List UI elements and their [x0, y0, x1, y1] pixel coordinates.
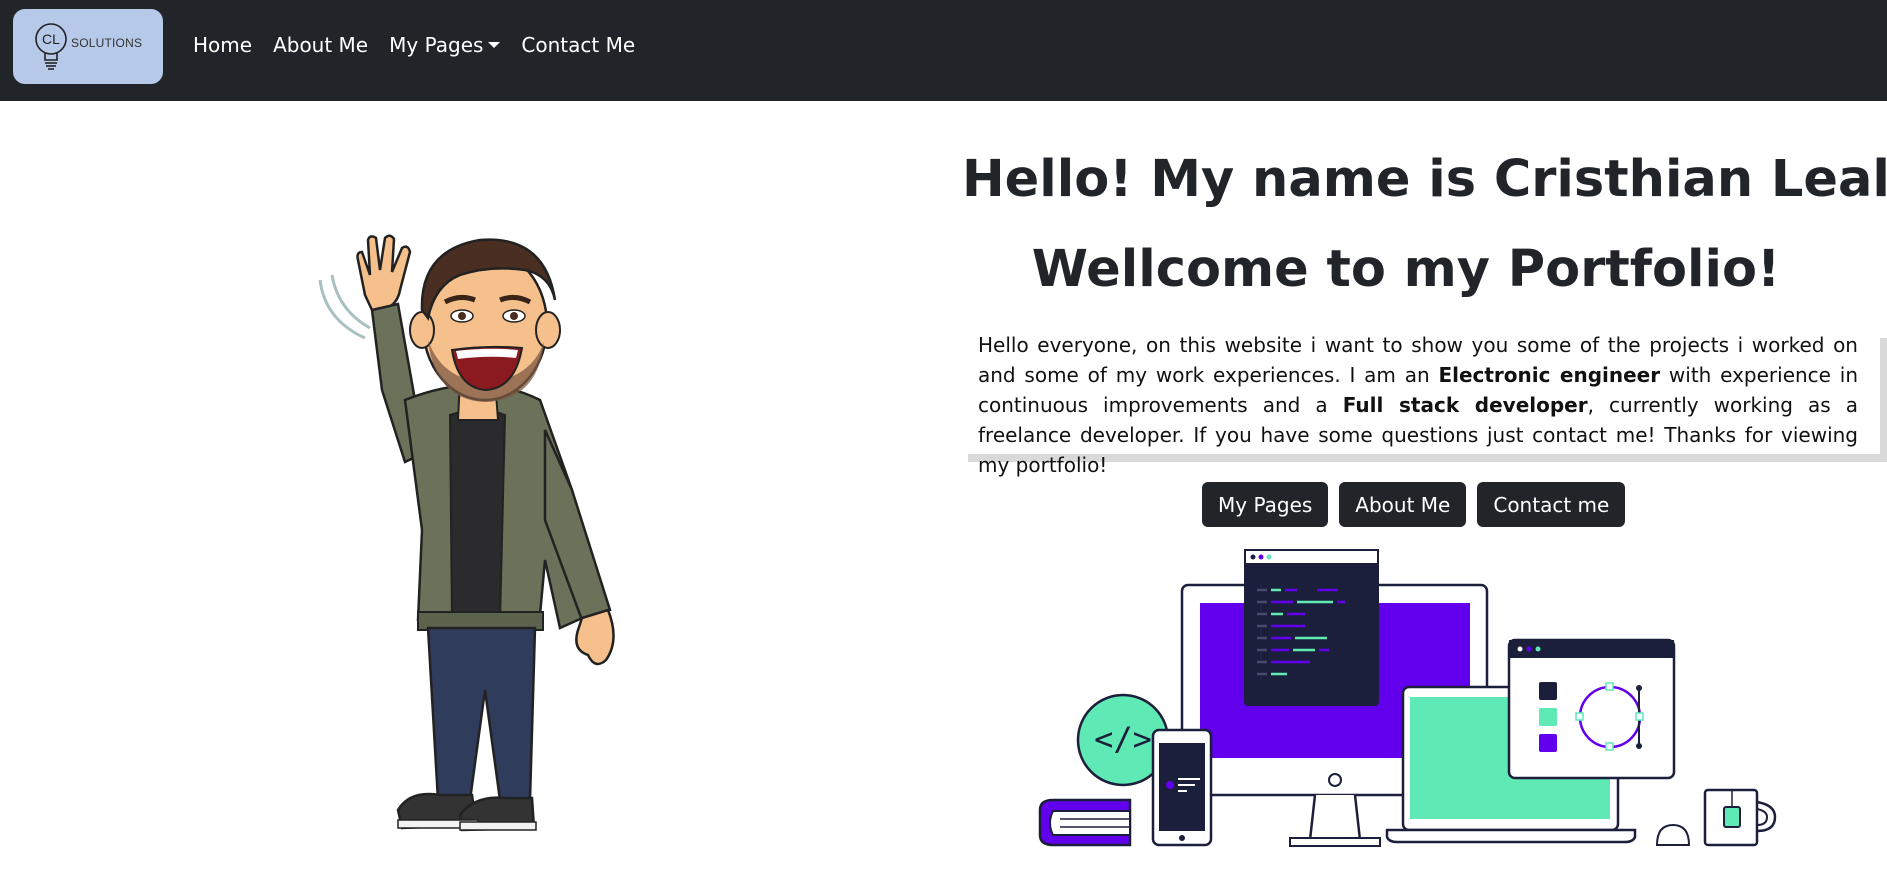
cta-buttons: My Pages About Me Contact me [1202, 482, 1626, 527]
contact-me-button[interactable]: Contact me [1477, 482, 1626, 527]
page-title: Hello! My name is Cristhian Leal [962, 150, 1887, 209]
intro-paragraph: Hello everyone, on this website i want t… [978, 330, 1858, 480]
logo-initials: CL [42, 31, 60, 47]
nav-my-pages-dropdown[interactable]: My Pages [389, 33, 501, 57]
page-subtitle: Wellcome to my Portfolio! [1031, 240, 1781, 299]
my-pages-button[interactable]: My Pages [1202, 482, 1329, 527]
about-me-button[interactable]: About Me [1339, 482, 1467, 527]
nav-home[interactable]: Home [193, 33, 252, 57]
developer-devices-illustration: </> [1035, 545, 1785, 854]
brand-text: SOLUTIONS [71, 36, 143, 50]
nav-about-me[interactable]: About Me [273, 33, 368, 57]
intro-bold-full-stack: Full stack developer [1342, 393, 1588, 417]
intro-card: Hello everyone, on this website i want t… [960, 330, 1880, 477]
top-navbar: CL SOLUTIONS Home About Me My Pages Cont… [0, 0, 1887, 101]
nav-my-pages-label: My Pages [389, 33, 484, 57]
nav-links: Home About Me My Pages Contact Me [193, 33, 656, 57]
intro-bold-electronic-engineer: Electronic engineer [1438, 363, 1661, 387]
code-badge-icon: </> [1094, 720, 1152, 758]
brand-logo[interactable]: CL SOLUTIONS [13, 9, 163, 84]
lightbulb-icon: CL [35, 23, 67, 70]
waving-avatar [310, 230, 670, 844]
caret-down-icon [488, 42, 501, 48]
nav-contact-me[interactable]: Contact Me [521, 33, 635, 57]
